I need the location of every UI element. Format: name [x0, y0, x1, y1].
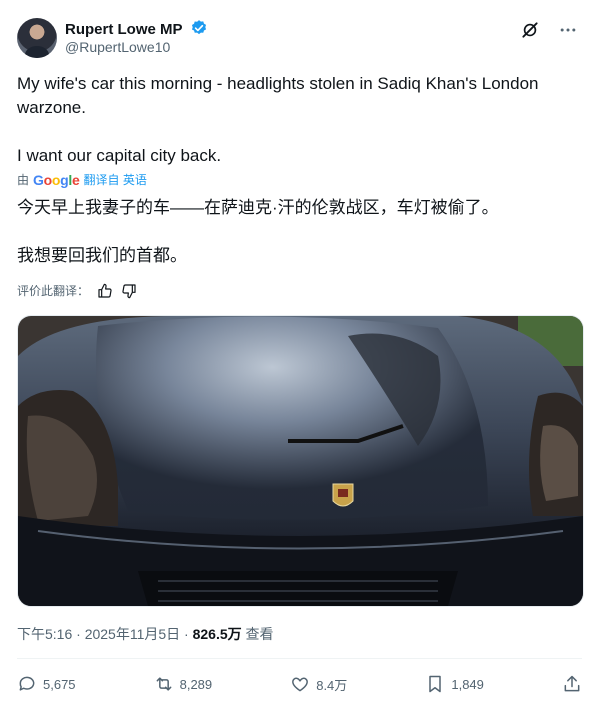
thumbs-up-icon[interactable] — [97, 283, 113, 299]
rate-translation: 评价此翻译： — [17, 282, 137, 299]
translation-line1: 今天早上我妻子的车——在萨迪克·汗的伦敦战区，车灯被偷了。 — [17, 198, 499, 217]
reply-icon — [19, 676, 35, 691]
author-name[interactable]: Rupert Lowe MP — [65, 19, 208, 38]
tweet-text-line2: I want our capital city back. — [17, 146, 222, 165]
author-name-text[interactable]: Rupert Lowe MP — [65, 21, 182, 38]
tweet-meta: 下午5:16 · 2025年11月5日 · 826.5万 查看 — [17, 624, 274, 644]
translation-line2: 我想要回我们的首都。 — [17, 246, 187, 265]
verified-badge-icon — [192, 20, 207, 35]
tweet-text-line1: My wife's car this morning - headlights … — [17, 74, 539, 117]
like-button[interactable]: 8.4万 — [290, 674, 347, 694]
translate-prefix: 由 — [17, 173, 30, 187]
tweet-card: Rupert Lowe MP @RupertLowe10 My wife's c… — [0, 0, 595, 706]
car-hood-image — [18, 316, 583, 606]
view-count: 826.5万 — [192, 626, 242, 642]
tweet-header: Rupert Lowe MP @RupertLowe10 — [17, 16, 578, 60]
thumbs-down-icon[interactable] — [121, 283, 137, 299]
translate-label[interactable]: 翻译自 英语 — [84, 171, 147, 188]
header-actions — [520, 20, 578, 40]
grok-icon[interactable] — [520, 20, 540, 40]
bookmark-count: 1,849 — [451, 676, 484, 692]
more-icon[interactable] — [558, 20, 578, 40]
reply-button[interactable]: 5,675 — [17, 674, 76, 694]
tweet-photo[interactable] — [17, 315, 584, 607]
rate-label: 评价此翻译： — [17, 284, 90, 298]
bookmark-button[interactable]: 1,849 — [425, 674, 484, 694]
author-handle[interactable]: @RupertLowe10 — [65, 39, 170, 55]
bookmark-icon — [429, 675, 442, 693]
google-logo: Google — [33, 171, 80, 188]
like-icon — [292, 677, 309, 692]
share-icon — [564, 675, 580, 692]
avatar[interactable] — [17, 18, 57, 58]
action-bar: 5,675 8,289 8.4万 1,849 — [17, 672, 582, 696]
retweet-icon — [156, 677, 172, 691]
translation-attribution: 由 Google 翻译自 英语 — [17, 171, 147, 188]
retweet-button[interactable]: 8,289 — [154, 674, 213, 694]
divider — [17, 658, 582, 659]
retweet-count: 8,289 — [179, 676, 213, 692]
timestamp[interactable]: 下午5:16 · 2025年11月5日 · — [17, 626, 193, 642]
share-button[interactable] — [562, 674, 582, 694]
like-count: 8.4万 — [316, 677, 348, 693]
reply-count: 5,675 — [43, 676, 76, 692]
views-label: 查看 — [241, 626, 274, 642]
